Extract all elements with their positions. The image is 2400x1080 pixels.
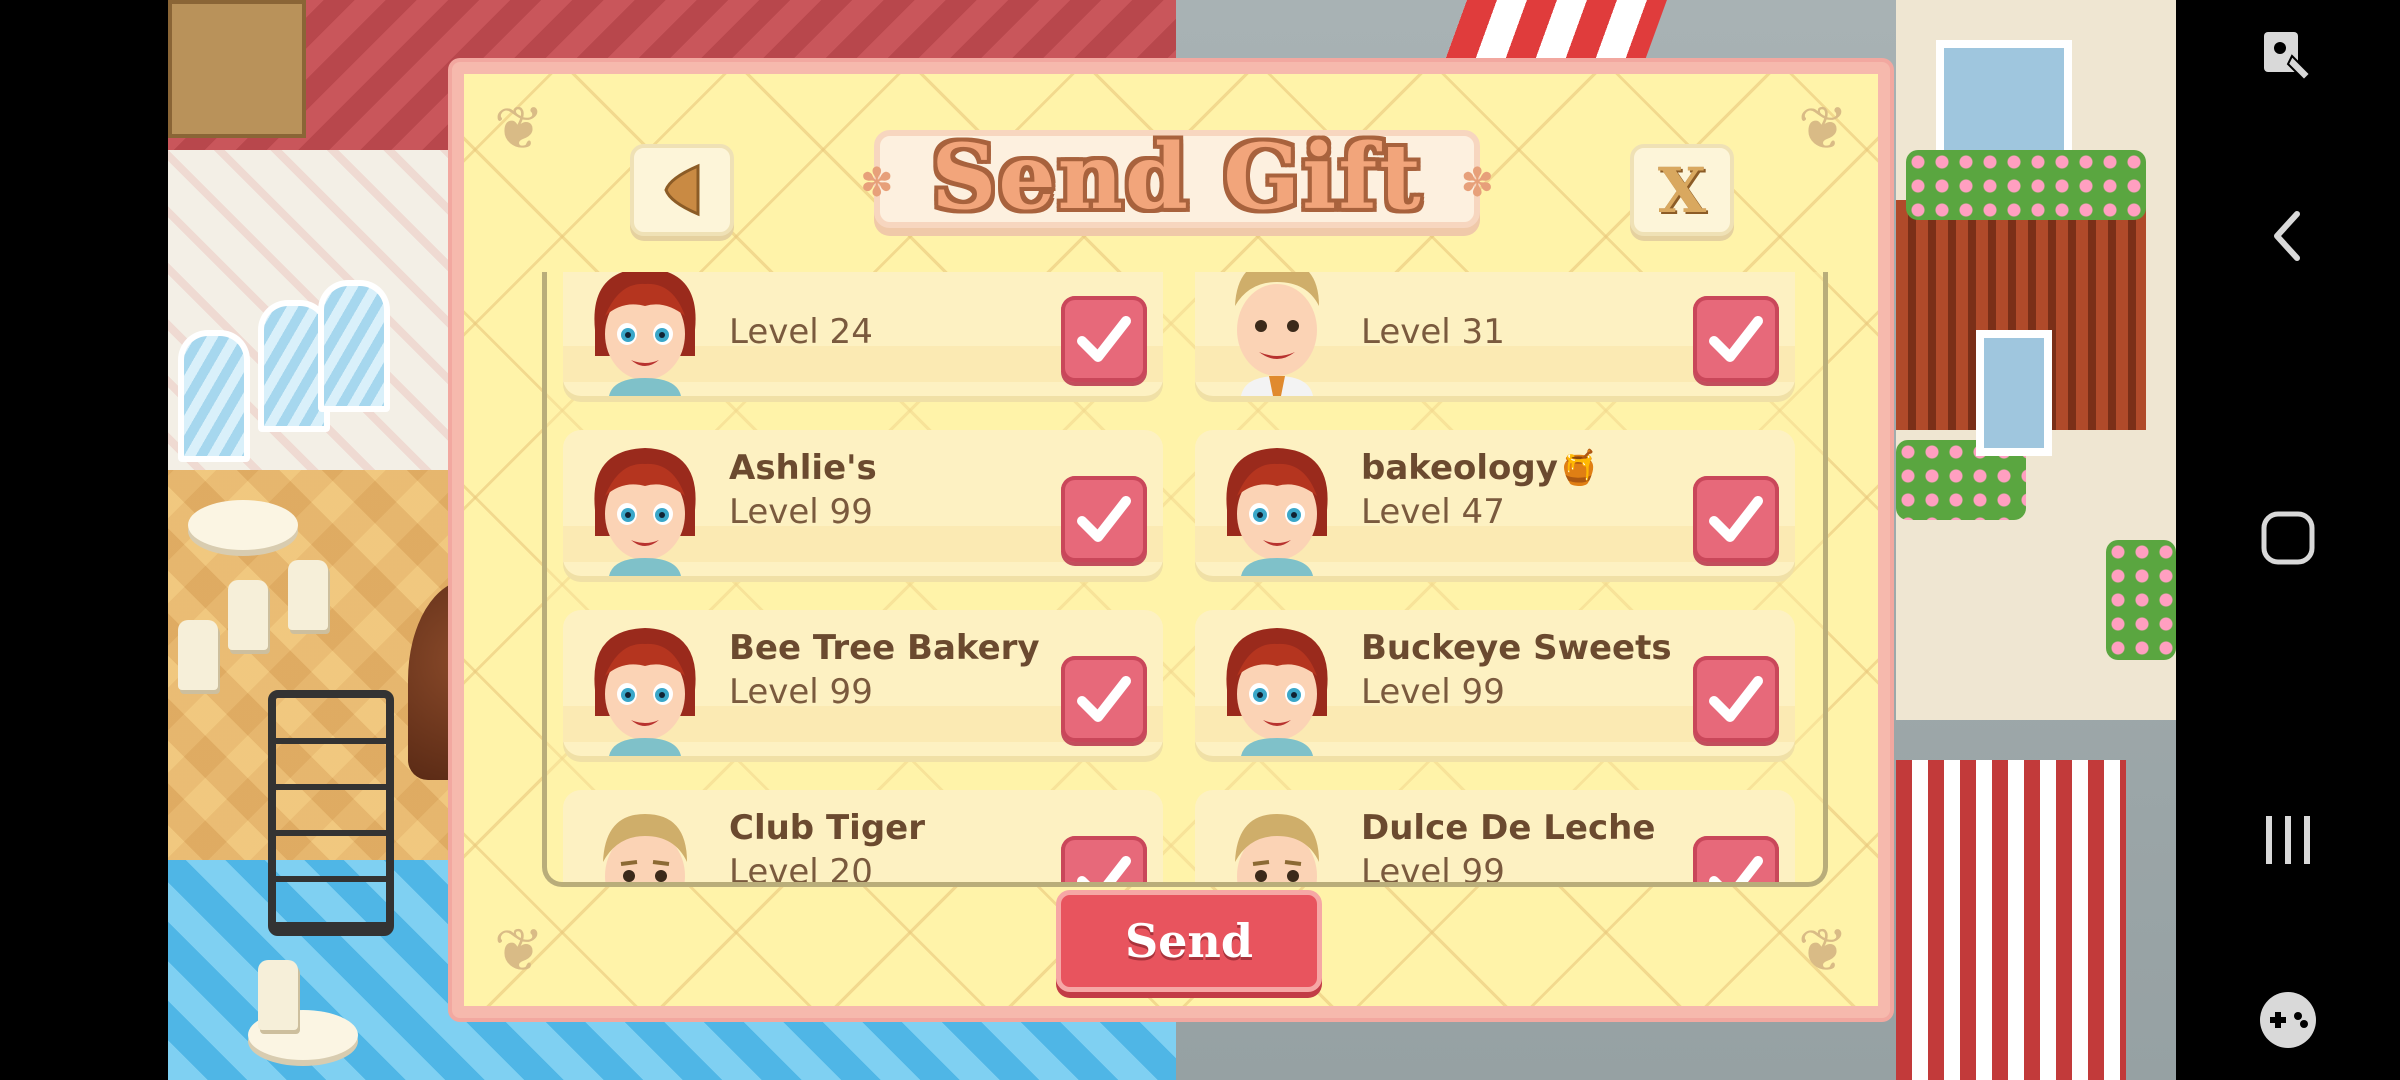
background-window [178, 330, 250, 462]
checkmark-icon [1077, 856, 1131, 882]
checkmark-icon [1077, 316, 1131, 362]
avatar [579, 800, 711, 882]
friend-row: Level 24 Level 31 [547, 272, 1795, 410]
avatar [1211, 440, 1343, 576]
corner-ornament-icon: ❦ [1797, 94, 1849, 164]
background-window [1936, 40, 2072, 166]
close-icon: X [1657, 153, 1707, 227]
send-button-label: Send [1124, 914, 1254, 968]
friend-name: Ashlie's [729, 448, 877, 488]
select-checkbox[interactable] [1693, 476, 1779, 562]
avatar [579, 620, 711, 756]
friend-card[interactable]: Buckeye Sweets Level 99 [1195, 610, 1795, 756]
select-checkbox[interactable] [1061, 296, 1147, 382]
friend-level: Level 99 [1361, 672, 1505, 712]
checkmark-icon [1709, 496, 1763, 542]
background-window [318, 280, 390, 412]
friend-card[interactable]: Ashlie's Level 99 [563, 430, 1163, 576]
flourish-icon: ✽ [1460, 160, 1494, 206]
friend-level: Level 47 [1361, 492, 1505, 532]
background-rack [268, 690, 394, 936]
dialog-title: Send Gift [931, 124, 1423, 230]
background-chair [288, 560, 328, 630]
select-checkbox[interactable] [1693, 836, 1779, 882]
avatar [1211, 620, 1343, 756]
checkmark-icon [1709, 316, 1763, 362]
corner-ornament-icon: ❦ [493, 94, 545, 164]
corner-ornament-icon: ❦ [493, 916, 545, 986]
friend-list[interactable]: Level 24 Level 31 Ashlie's Level 99 bake… [542, 272, 1828, 887]
checkmark-icon [1709, 856, 1763, 882]
friend-name: Dulce De Leche [1361, 808, 1656, 848]
friend-name: Bee Tree Bakery [729, 628, 1040, 668]
friend-row: Bee Tree Bakery Level 99 Buckeye Sweets … [547, 610, 1795, 770]
background-chair [178, 620, 218, 690]
dialog-panel: ❦ ❦ ❦ ❦ ✽ ✽ Send Gift X Level 24 Level 3… [464, 74, 1878, 1006]
friend-level: Level 20 [729, 852, 873, 887]
background-fruit-stall [168, 0, 306, 138]
title-banner: ✽ ✽ Send Gift [824, 118, 1530, 236]
checkmark-icon [1077, 496, 1131, 542]
avatar [579, 440, 711, 576]
avatar [1211, 800, 1343, 882]
close-button[interactable]: X [1630, 144, 1734, 236]
select-checkbox[interactable] [1693, 296, 1779, 382]
friend-level: Level 31 [1361, 312, 1505, 352]
friend-card[interactable]: bakeology🍯 Level 47 [1195, 430, 1795, 576]
avatar [579, 272, 711, 396]
background-window [1976, 330, 2052, 456]
friend-name: Club Tiger [729, 808, 925, 848]
recents-icon[interactable] [2238, 790, 2338, 890]
friend-level: Level 99 [729, 492, 873, 532]
friend-card[interactable]: Dulce De Leche Level 99 [1195, 790, 1795, 887]
checkmark-icon [1709, 676, 1763, 722]
friend-name: Buckeye Sweets [1361, 628, 1672, 668]
friend-card[interactable]: Club Tiger Level 20 [563, 790, 1163, 887]
select-checkbox[interactable] [1061, 476, 1147, 562]
friend-card[interactable]: Level 31 [1195, 272, 1795, 396]
friend-level: Level 99 [1361, 852, 1505, 887]
flourish-icon: ✽ [860, 160, 894, 206]
back-icon[interactable] [2238, 186, 2338, 286]
send-button[interactable]: Send [1056, 890, 1322, 992]
select-checkbox[interactable] [1061, 836, 1147, 882]
home-icon[interactable] [2238, 488, 2338, 588]
triangle-left-icon [664, 163, 700, 217]
friend-card[interactable]: Level 24 [563, 272, 1163, 396]
select-checkbox[interactable] [1693, 656, 1779, 742]
friend-row: Club Tiger Level 20 Dulce De Leche Level… [547, 790, 1795, 887]
friend-name: bakeology🍯 [1361, 448, 1601, 488]
background-storefront [1896, 760, 2126, 1080]
avatar [1211, 272, 1343, 396]
background-chair [258, 960, 298, 1030]
checkmark-icon [1077, 676, 1131, 722]
background-table [188, 500, 298, 550]
corner-ornament-icon: ❦ [1797, 916, 1849, 986]
back-button[interactable] [630, 144, 734, 236]
background-awning [1445, 0, 1667, 60]
background-flowers [2106, 540, 2176, 660]
accessibility-touch-icon[interactable] [2238, 6, 2338, 106]
friend-card[interactable]: Bee Tree Bakery Level 99 [563, 610, 1163, 756]
select-checkbox[interactable] [1061, 656, 1147, 742]
game-controller-icon[interactable] [2238, 970, 2338, 1070]
friend-level: Level 99 [729, 672, 873, 712]
send-gift-dialog: ❦ ❦ ❦ ❦ ✽ ✽ Send Gift X Level 24 Level 3… [452, 62, 1890, 1018]
friend-level: Level 24 [729, 312, 873, 352]
background-chair [228, 580, 268, 650]
background-flowers [1906, 150, 2146, 220]
system-navigation-bar [2176, 0, 2400, 1080]
friend-row: Ashlie's Level 99 bakeology🍯 Level 47 [547, 430, 1795, 590]
